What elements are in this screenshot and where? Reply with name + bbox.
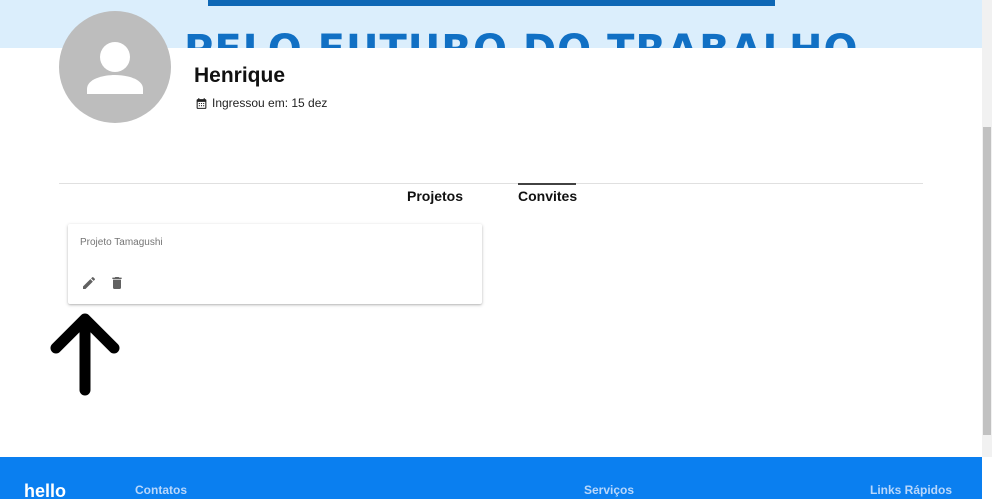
- pencil-icon[interactable]: [81, 275, 97, 291]
- tab-convites[interactable]: Convites: [518, 186, 577, 206]
- join-date-text: Ingressou em: 15 dez: [212, 96, 328, 110]
- scrollbar-thumb[interactable]: [983, 127, 991, 435]
- footer: hello Contatos Serviços Links Rápidos: [0, 457, 982, 499]
- project-title: Projeto Tamagushi: [80, 237, 163, 248]
- footer-link-contatos[interactable]: Contatos: [135, 483, 187, 497]
- project-card[interactable]: Projeto Tamagushi: [68, 224, 482, 304]
- arrow-up-icon: [50, 313, 120, 396]
- calendar-icon: [196, 97, 207, 109]
- avatar[interactable]: [59, 11, 171, 123]
- banner-bar: [208, 0, 775, 6]
- footer-logo[interactable]: hello: [24, 481, 66, 499]
- banner-headline: PELO FUTURO DO TRABALHO: [184, 26, 859, 48]
- tabs-divider: [59, 183, 923, 184]
- user-name: Henrique: [194, 64, 286, 87]
- person-icon: [87, 42, 143, 94]
- footer-link-servicos[interactable]: Serviços: [584, 483, 634, 497]
- join-date: Ingressou em: 15 dez: [195, 96, 327, 110]
- active-tab-indicator: [518, 183, 576, 185]
- tab-projetos[interactable]: Projetos: [407, 186, 463, 206]
- footer-link-links-rapidos[interactable]: Links Rápidos: [870, 483, 952, 497]
- trash-icon[interactable]: [109, 275, 125, 291]
